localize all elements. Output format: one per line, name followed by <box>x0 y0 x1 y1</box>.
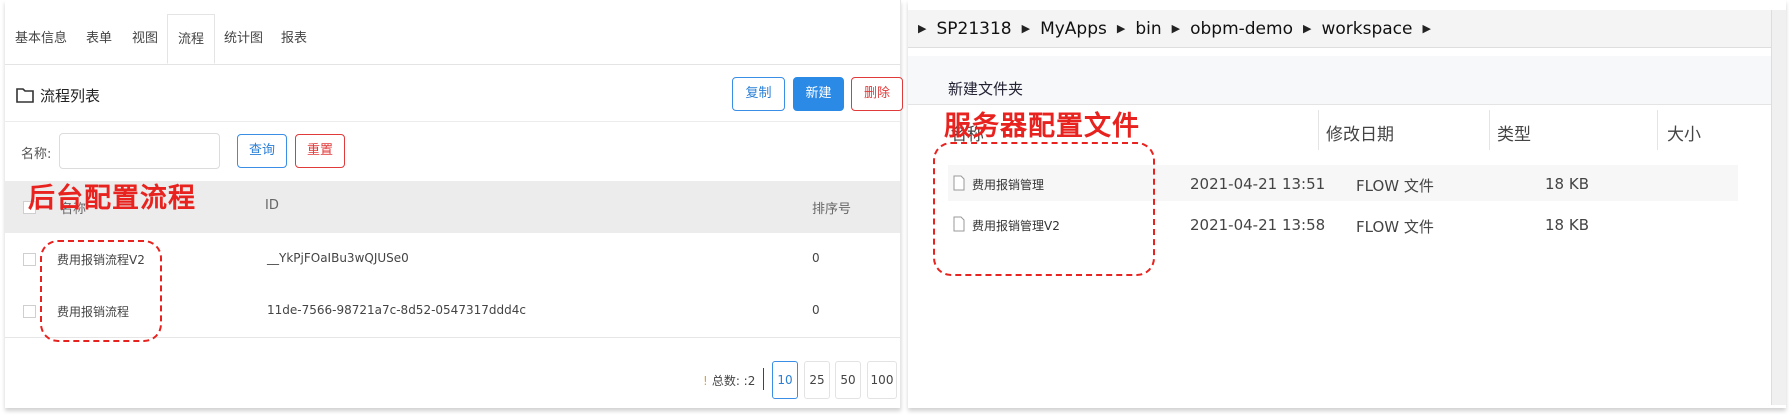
annotation-server-config: 服务器配置文件 <box>944 111 1140 142</box>
name-filter-label: 名称: <box>21 147 52 162</box>
flow-id: __YkPjFOaIBu3wQJUSe0 <box>267 251 409 265</box>
new-button[interactable]: 新建 <box>793 77 844 111</box>
divider <box>5 121 900 122</box>
page-size-100[interactable]: 100 <box>867 361 897 399</box>
warning-icon: ! <box>703 374 708 388</box>
column-header-type[interactable]: 类型 <box>1497 120 1531 145</box>
annotation-backend-flow: 后台配置流程 <box>28 183 196 214</box>
file-type: FLOW 文件 <box>1356 177 1434 195</box>
file-date: 2021-04-21 13:51 <box>1190 175 1326 193</box>
row-checkbox[interactable] <box>23 305 36 318</box>
list-title: 流程列表 <box>40 86 101 105</box>
tab-view[interactable]: 视图 <box>132 14 158 64</box>
row-checkbox[interactable] <box>23 253 36 266</box>
page-size-25[interactable]: 25 <box>804 361 830 399</box>
pager-divider <box>763 368 764 390</box>
page-size-50[interactable]: 50 <box>835 361 861 399</box>
file-explorer-panel: ▶ SP21318 ▶ MyApps ▶ bin ▶ obpm-demo ▶ w… <box>908 0 1786 408</box>
column-header-order: 排序号 <box>812 202 852 217</box>
column-header-modified[interactable]: 修改日期 <box>1326 120 1394 145</box>
pager-total: ! 总数: :2 <box>703 372 755 389</box>
name-filter-input[interactable] <box>59 133 220 169</box>
scrollbar[interactable] <box>1771 10 1786 405</box>
chevron-right-icon[interactable]: ▶ <box>1303 22 1311 35</box>
column-divider[interactable] <box>1657 110 1658 150</box>
folder-icon <box>16 88 34 103</box>
column-divider[interactable] <box>1318 110 1319 150</box>
breadcrumb-item[interactable]: bin <box>1135 19 1161 39</box>
tab-flow[interactable]: 流程 <box>167 14 216 64</box>
copy-button[interactable]: 复制 <box>732 77 785 111</box>
backend-flow-panel: 基本信息 表单 视图 流程 统计图 报表 流程列表 复制 新建 删除 名称: 查… <box>5 0 903 408</box>
chevron-right-icon[interactable]: ▶ <box>1422 22 1430 35</box>
module-tabs: 基本信息 表单 视图 流程 统计图 报表 <box>5 14 900 65</box>
chevron-right-icon[interactable]: ▶ <box>1172 22 1180 35</box>
flow-id: 11de-7566-98721a7c-8d52-0547317ddd4c <box>267 303 526 317</box>
tab-basic-info[interactable]: 基本信息 <box>15 14 67 64</box>
page-size-10[interactable]: 10 <box>772 361 798 399</box>
file-size: 18 KB <box>1545 216 1589 234</box>
chevron-right-icon[interactable]: ▶ <box>1117 22 1125 35</box>
pager-total-text: 总数: :2 <box>711 374 756 388</box>
file-type: FLOW 文件 <box>1356 218 1434 236</box>
address-bar[interactable]: ▶ SP21318 ▶ MyApps ▶ bin ▶ obpm-demo ▶ w… <box>908 10 1786 48</box>
flow-order: 0 <box>812 251 820 265</box>
chevron-right-icon[interactable]: ▶ <box>1022 22 1030 35</box>
reset-button[interactable]: 重置 <box>295 134 345 168</box>
highlight-box <box>40 240 162 342</box>
file-date: 2021-04-21 13:58 <box>1190 216 1326 234</box>
file-size: 18 KB <box>1545 175 1589 193</box>
tab-chart[interactable]: 统计图 <box>224 14 263 64</box>
tab-report[interactable]: 报表 <box>281 14 307 64</box>
tab-form[interactable]: 表单 <box>86 14 112 64</box>
query-button[interactable]: 查询 <box>237 134 287 168</box>
breadcrumb-item[interactable]: MyApps <box>1040 19 1107 39</box>
flow-order: 0 <box>812 303 820 317</box>
column-divider[interactable] <box>1489 110 1490 150</box>
column-header-size[interactable]: 大小 <box>1667 120 1701 145</box>
highlight-box <box>933 142 1155 276</box>
breadcrumb-item[interactable]: workspace <box>1321 19 1412 39</box>
breadcrumb-item[interactable]: SP21318 <box>936 19 1011 39</box>
new-folder-button[interactable]: 新建文件夹 <box>948 78 1023 99</box>
list-header: 流程列表 <box>15 80 100 110</box>
explorer-toolbar <box>908 56 1786 105</box>
delete-button[interactable]: 删除 <box>851 77 903 111</box>
chevron-right-icon: ▶ <box>918 22 927 35</box>
column-header-id: ID <box>265 198 279 213</box>
breadcrumb-item[interactable]: obpm-demo <box>1190 19 1293 39</box>
